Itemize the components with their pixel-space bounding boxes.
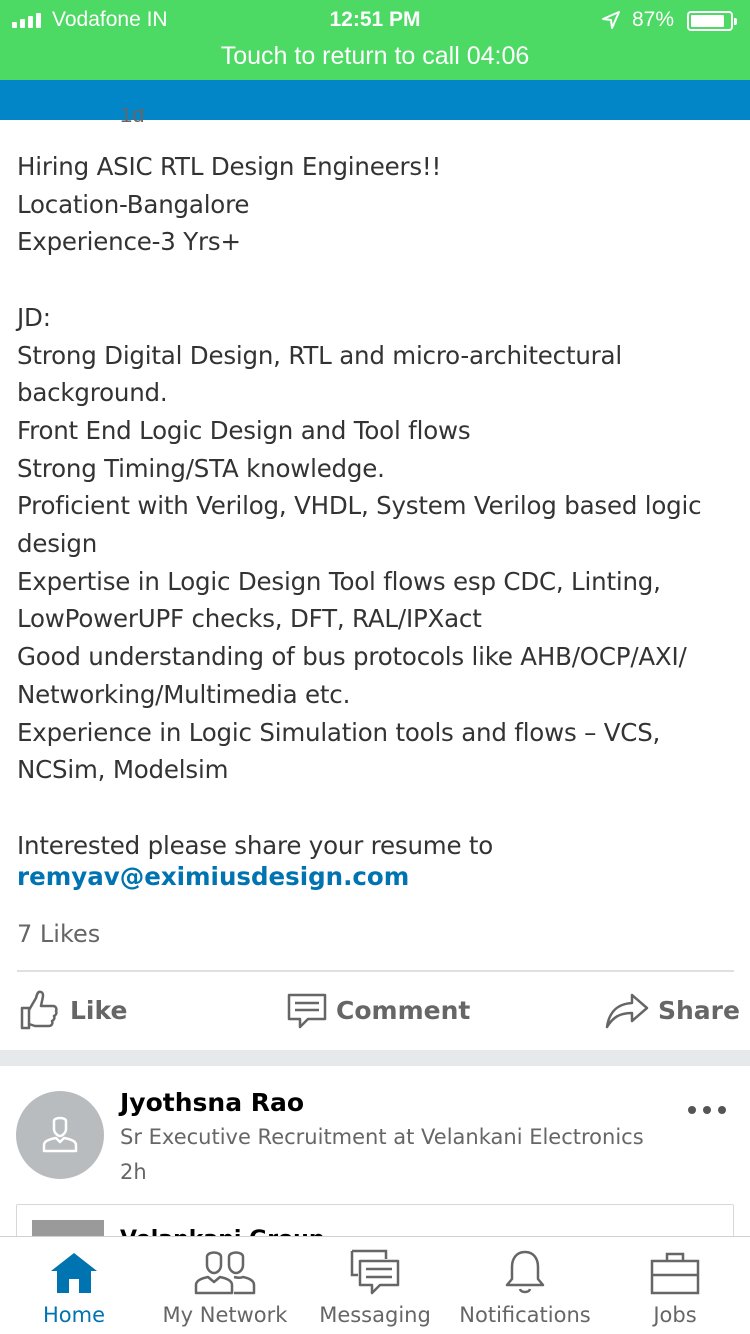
post-timestamp: 1d — [120, 108, 145, 127]
messaging-icon — [350, 1249, 400, 1295]
tab-messaging[interactable]: Messaging — [310, 1237, 440, 1334]
home-icon — [51, 1253, 97, 1293]
email-link[interactable]: remyav@eximiusdesign.com — [17, 862, 409, 891]
share-arrow-icon — [605, 993, 649, 1029]
author-name[interactable]: Jyothsna Rao — [120, 1088, 304, 1117]
tab-notifications[interactable]: Notifications — [450, 1237, 600, 1334]
likes-count[interactable]: 7 Likes — [17, 920, 100, 948]
tab-my-network-label: My Network — [162, 1303, 288, 1327]
bottom-navigation: Home My Network Messaging Notifications … — [0, 1236, 750, 1334]
comment-button[interactable]: Comment — [286, 985, 470, 1035]
battery-percent: 87% — [632, 8, 675, 31]
app-header-bar — [0, 80, 750, 120]
more-options-button[interactable] — [688, 1106, 726, 1114]
post-text: Hiring ASIC RTL Design Engineers!! Locat… — [17, 152, 702, 860]
feed-separator — [0, 1050, 750, 1066]
return-to-call-banner[interactable]: Touch to return to call 04:06 — [0, 42, 750, 71]
tab-home-label: Home — [42, 1303, 105, 1327]
share-label: Share — [658, 995, 740, 1025]
post-timestamp: 2h — [120, 1160, 147, 1184]
location-arrow-icon — [602, 11, 620, 29]
status-bar: Vodafone IN 12:51 PM 87% Touch to return… — [0, 0, 750, 80]
person-placeholder-icon — [42, 1116, 78, 1153]
share-button[interactable]: Share — [604, 985, 740, 1035]
bell-icon — [505, 1250, 545, 1294]
people-icon — [194, 1251, 256, 1295]
like-button[interactable]: Like — [18, 985, 127, 1035]
tab-my-network[interactable]: My Network — [150, 1237, 300, 1334]
comment-icon — [287, 993, 327, 1029]
author-headline: Sr Executive Recruitment at Velankani El… — [120, 1125, 644, 1149]
comment-label: Comment — [336, 995, 471, 1025]
avatar[interactable] — [16, 1091, 104, 1179]
tab-home[interactable]: Home — [14, 1237, 134, 1334]
divider — [17, 970, 734, 972]
briefcase-icon — [650, 1252, 700, 1295]
tab-messaging-label: Messaging — [319, 1303, 431, 1327]
tab-notifications-label: Notifications — [459, 1303, 591, 1327]
thumbs-up-icon — [20, 990, 58, 1030]
battery-level — [691, 15, 724, 27]
battery-icon — [687, 11, 737, 31]
like-label: Like — [70, 995, 128, 1025]
tab-jobs[interactable]: Jobs — [615, 1237, 735, 1334]
tab-jobs-label: Jobs — [653, 1303, 697, 1327]
